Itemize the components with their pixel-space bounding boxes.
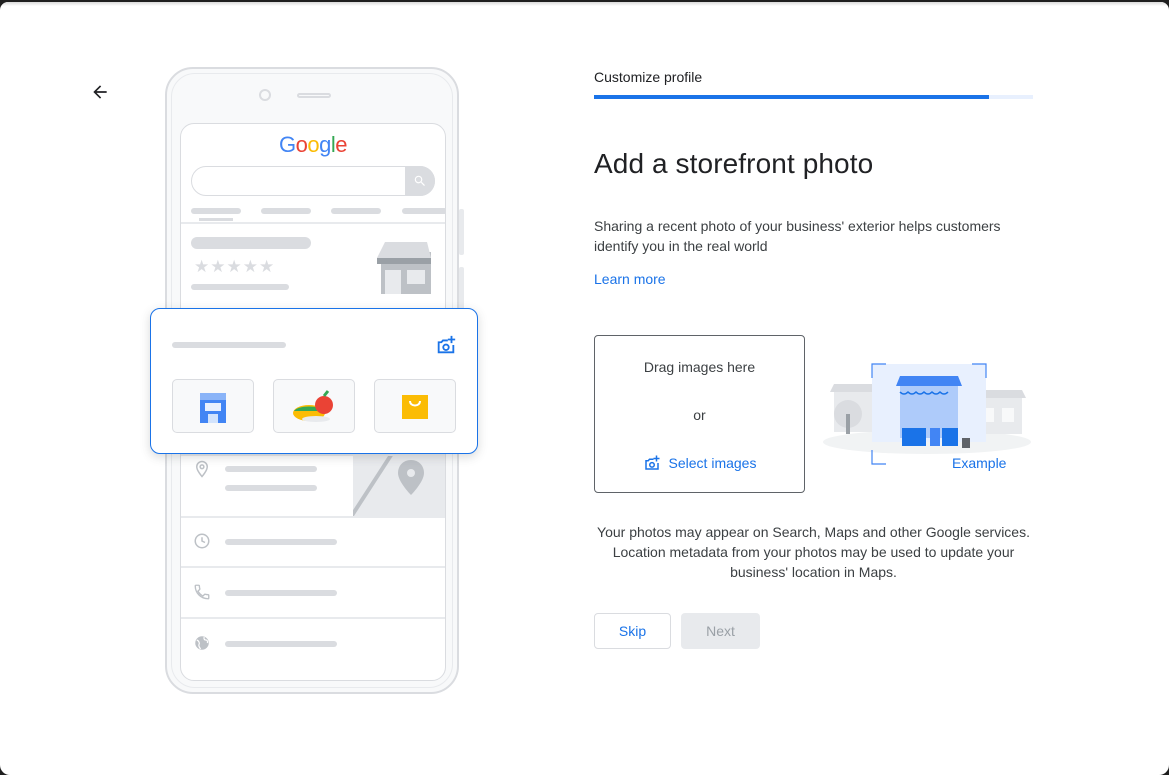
mock-text-bar: [225, 539, 337, 545]
google-logo-letter: o: [295, 132, 308, 157]
select-images-label: Select images: [668, 455, 757, 471]
window-top-edge: [0, 2, 1169, 6]
mock-text-bar: [172, 342, 286, 348]
phone-side-button: [459, 267, 464, 313]
example-label: Example: [952, 455, 1007, 471]
storefront-icon: [377, 242, 431, 294]
mock-divider: [181, 222, 445, 224]
mock-text-bar: [225, 485, 317, 491]
mock-tab: [402, 208, 445, 214]
mock-text-bar: [225, 590, 337, 596]
progress-fill: [594, 95, 990, 99]
location-pin-icon: [195, 460, 209, 478]
phone-camera: [259, 89, 271, 101]
phone-icon: [194, 584, 210, 600]
add-photo-icon: [437, 335, 456, 354]
phone-speaker: [297, 93, 331, 98]
google-logo-letter: g: [319, 132, 331, 157]
learn-more-link[interactable]: Learn more: [594, 271, 666, 287]
google-logo-letter: G: [278, 132, 296, 157]
back-arrow-icon: [93, 85, 107, 99]
drag-images-text: Drag images here: [643, 359, 756, 375]
mock-photo-tile: [273, 379, 355, 433]
mock-text-bar: [225, 641, 337, 647]
mock-tab: [331, 208, 381, 214]
globe-icon: [195, 636, 209, 650]
phone-side-button: [459, 209, 464, 255]
mock-search-button: [405, 165, 435, 196]
search-icon: [414, 175, 425, 186]
google-logo-letter: e: [335, 132, 347, 157]
mock-divider: [181, 516, 445, 518]
step-label: Customize profile: [594, 69, 703, 85]
shopping-bag-thumb: [402, 395, 428, 419]
mock-title-bar: [191, 237, 311, 249]
mock-search-bar: [191, 165, 435, 196]
select-images-button[interactable]: Select images: [595, 454, 804, 472]
mock-divider: [181, 617, 445, 619]
storefront-photo-thumb: [200, 393, 226, 423]
mock-text-bar: [225, 466, 317, 472]
add-photo-icon: [644, 455, 660, 470]
privacy-note: Your photos may appear on Search, Maps a…: [597, 524, 1030, 580]
mock-map-thumbnail: [353, 456, 445, 516]
progress-bar: [594, 95, 1033, 99]
image-dropzone[interactable]: Drag images here or Select images: [594, 335, 805, 493]
mock-photos-card: [150, 308, 478, 454]
mock-photo-tile: [374, 379, 456, 433]
back-button[interactable]: [82, 74, 118, 110]
or-text: or: [693, 407, 706, 423]
mock-photo-tile: [172, 379, 254, 433]
google-logo: Google: [181, 132, 445, 158]
skip-button[interactable]: Skip: [594, 613, 671, 649]
clock-icon: [194, 533, 210, 549]
food-photo-thumb: [293, 390, 333, 422]
mock-tab: [191, 208, 241, 214]
app-window: Google ★★★★★ Customize profile Add a sto…: [0, 2, 1169, 775]
page-description: Sharing a recent photo of your business'…: [594, 218, 1001, 254]
mock-star-rating: ★★★★★: [194, 257, 276, 276]
next-button[interactable]: Next: [681, 613, 760, 649]
mock-tab: [261, 208, 311, 214]
mock-text-bar: [191, 284, 289, 290]
google-logo-letter: o: [307, 132, 320, 157]
mock-tab-indicator: [199, 218, 233, 221]
page-title: Add a storefront photo: [594, 148, 874, 179]
mock-divider: [181, 566, 445, 568]
example-storefront-illustration: [823, 363, 1031, 465]
